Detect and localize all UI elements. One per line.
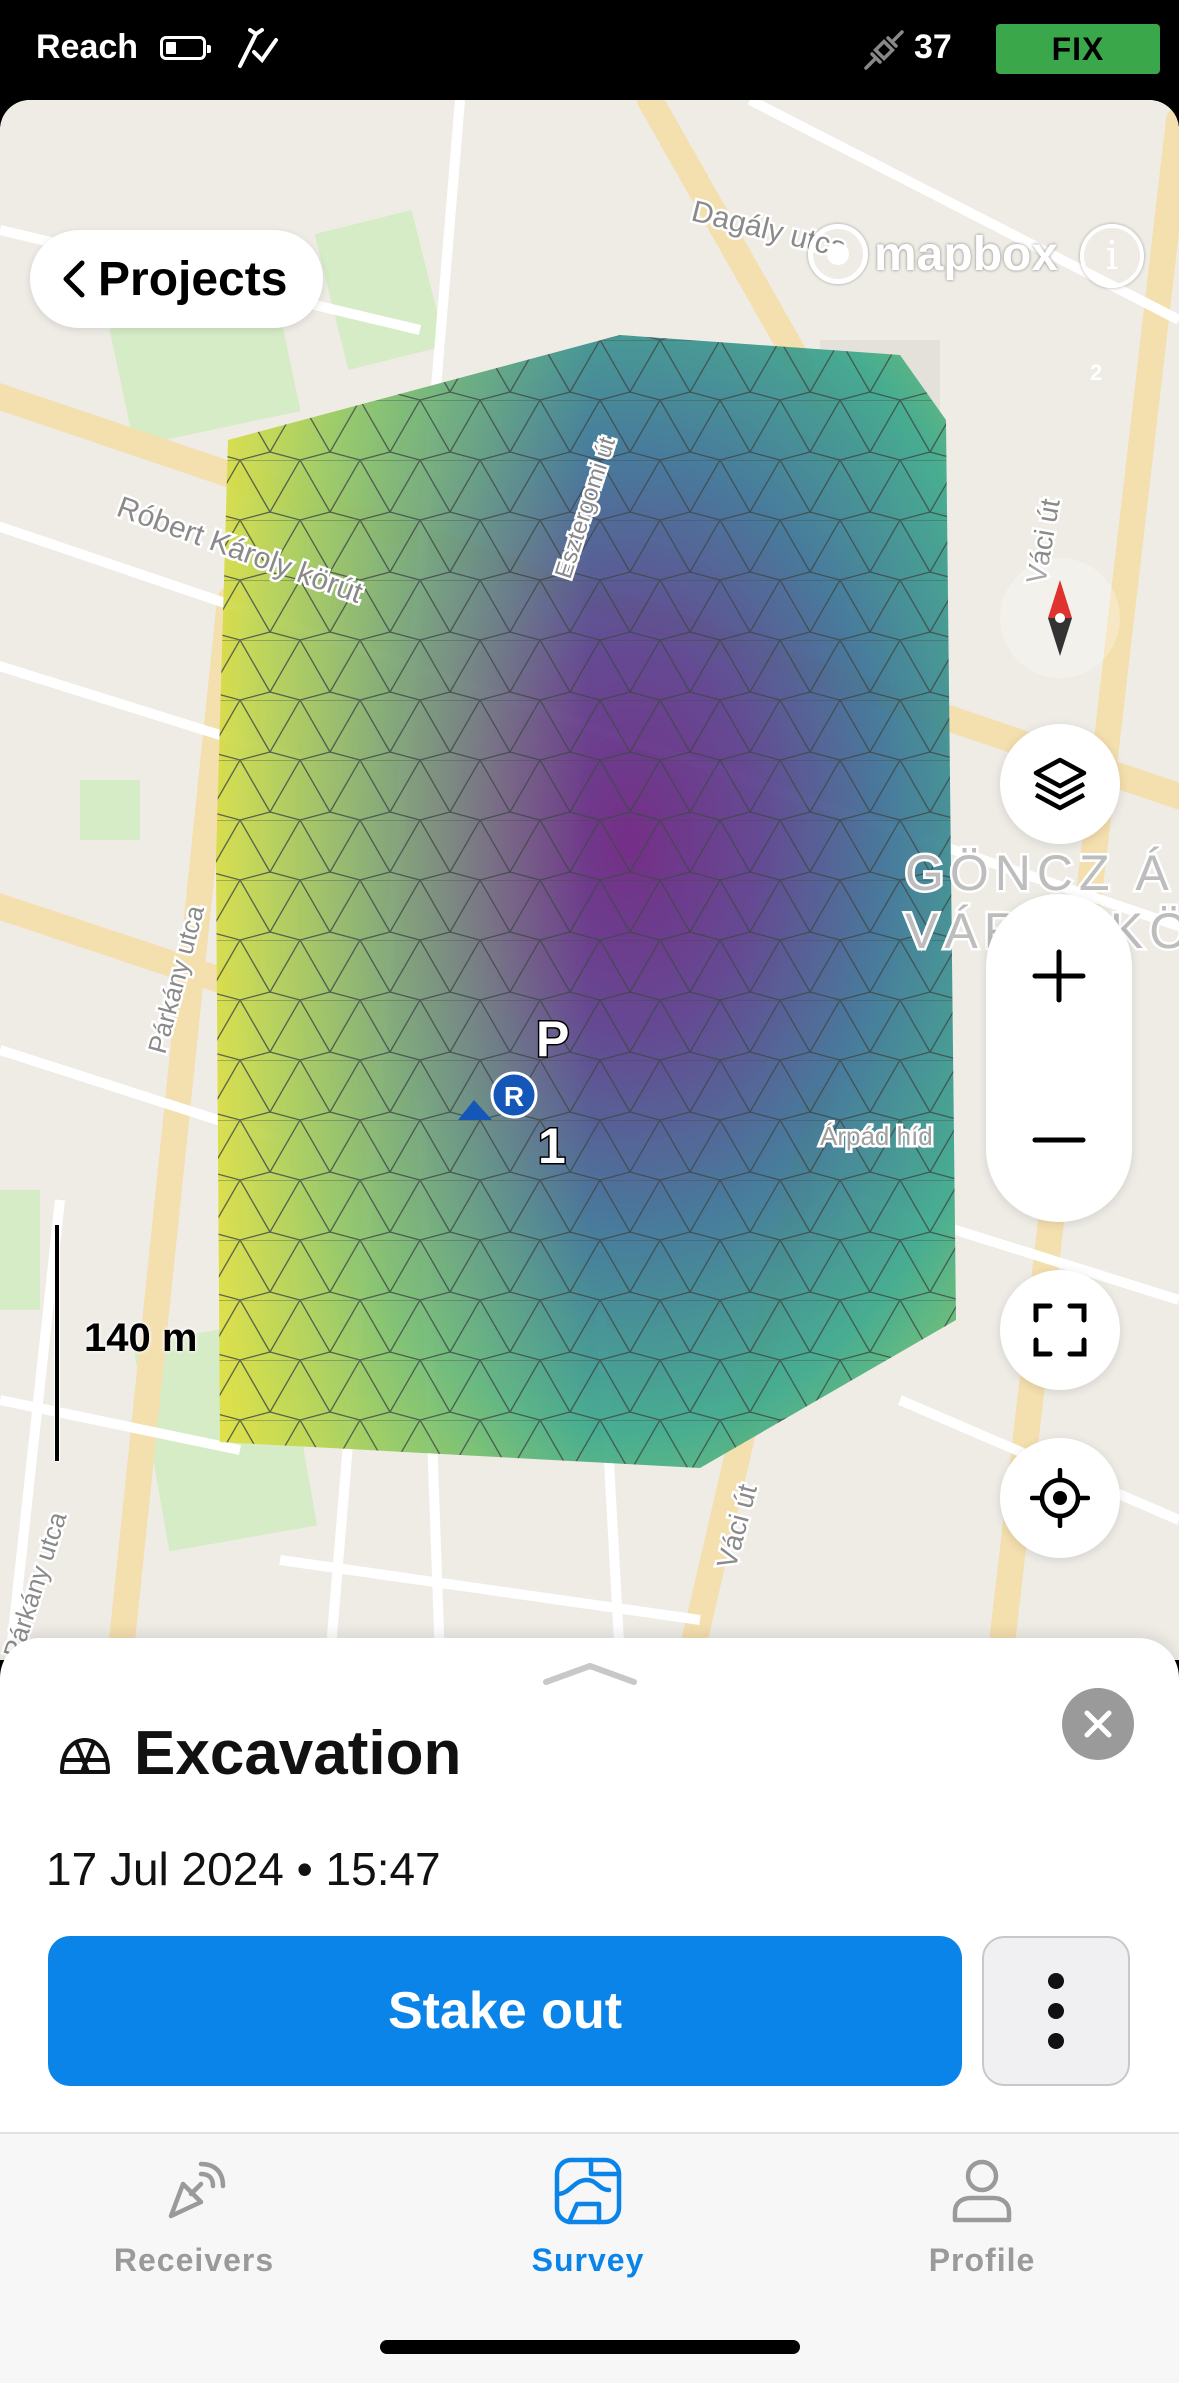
survey-title: Excavation — [134, 1719, 462, 1788]
survey-date: 17 Jul 2024 • 15:47 — [46, 1843, 441, 1895]
more-dot-icon — [1048, 1973, 1064, 1989]
district-label-1: GÖNCZ Á — [905, 845, 1175, 901]
rover-label: R — [504, 1081, 524, 1112]
mapbox-logo: mapbox — [808, 224, 1058, 284]
minus-icon — [1032, 1137, 1086, 1143]
layers-icon — [1033, 757, 1087, 811]
receiver-icon — [168, 2161, 226, 2219]
plus-icon — [1032, 949, 1086, 1003]
point-p-label: P — [536, 1011, 569, 1067]
tab-receivers-label: Receivers — [113, 2242, 275, 2278]
home-indicator — [380, 2340, 800, 2354]
back-button-label: Projects — [98, 252, 288, 306]
tab-profile-label: Profile — [928, 2242, 1036, 2278]
antenna-icon — [238, 28, 278, 68]
survey-icon — [554, 2157, 622, 2225]
profile-icon — [952, 2159, 1012, 2223]
more-dot-icon — [1048, 2003, 1064, 2019]
battery-icon — [160, 36, 211, 60]
fit-bounds-icon — [1033, 1303, 1087, 1357]
fit-bounds-button[interactable] — [1000, 1270, 1120, 1390]
scale-bar — [54, 1224, 60, 1462]
app-name: Reach — [36, 28, 139, 66]
stake-out-button[interactable]: Stake out — [48, 1936, 962, 2086]
survey-surface-icon — [60, 1738, 110, 1774]
scale-label: 140 m — [84, 1316, 198, 1360]
more-dot-icon — [1048, 2033, 1064, 2049]
crosshair-icon — [1030, 1468, 1090, 1528]
back-to-projects-button[interactable]: Projects — [30, 230, 324, 328]
tab-survey[interactable]: Survey — [438, 2154, 738, 2314]
fix-status-badge: FIX — [996, 24, 1160, 74]
chevron-left-icon — [63, 260, 85, 298]
close-icon — [1084, 1710, 1112, 1738]
tab-profile[interactable]: Profile — [832, 2154, 1132, 2314]
road-number: 2 — [1090, 360, 1102, 385]
layers-button[interactable] — [1000, 724, 1120, 844]
zoom-controls — [986, 894, 1132, 1222]
mapbox-attribution: mapbox — [874, 227, 1059, 281]
point-1-label: 1 — [538, 1118, 566, 1174]
zoom-out-button[interactable] — [986, 1058, 1132, 1222]
tab-survey-label: Survey — [531, 2242, 645, 2278]
locate-me-button[interactable] — [1000, 1438, 1120, 1558]
compass-icon — [1048, 580, 1072, 656]
satellite-count: 37 — [914, 28, 952, 66]
zoom-in-button[interactable] — [986, 894, 1132, 1058]
more-options-button[interactable] — [982, 1936, 1130, 2086]
sheet-handle-icon[interactable] — [540, 1660, 640, 1688]
close-button[interactable] — [1062, 1688, 1134, 1760]
street-label-arpad: Árpád híd — [820, 1121, 933, 1151]
compass-button[interactable] — [1000, 558, 1120, 678]
info-icon[interactable]: i — [1080, 224, 1144, 288]
map-view[interactable]: Dagály utca Róbert Károly körút Esztergo… — [0, 100, 1179, 1660]
satellite-icon — [864, 30, 904, 70]
status-bar: Reach 37 FIX — [0, 0, 1179, 100]
tab-receivers[interactable]: Receivers — [44, 2154, 344, 2314]
survey-detail-sheet: Excavation 17 Jul 2024 • 15:47 Stake out — [0, 1638, 1179, 2132]
mapbox-logo-icon — [808, 224, 868, 284]
